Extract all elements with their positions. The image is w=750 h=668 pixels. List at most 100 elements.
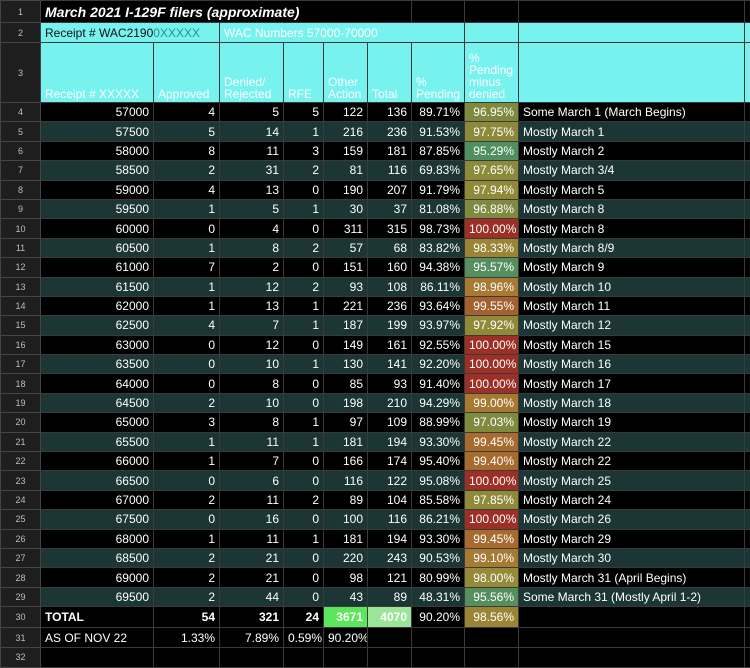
totals-pct-pending-minus-denied[interactable]: 98.56% — [465, 607, 519, 628]
receipt-cell[interactable]: 61500 — [41, 277, 154, 296]
rfe-cell[interactable]: 0 — [284, 510, 324, 529]
other-action-cell[interactable]: 122 — [324, 103, 368, 122]
pct-pending-cell[interactable]: 93.30% — [412, 432, 465, 451]
cell[interactable] — [465, 23, 519, 43]
denied-cell[interactable]: 13 — [220, 180, 284, 199]
receipt-cell[interactable]: 63000 — [41, 335, 154, 354]
cell[interactable] — [745, 219, 750, 238]
row-number[interactable]: 31 — [1, 628, 41, 648]
approved-cell[interactable]: 0 — [154, 219, 220, 238]
pct-pending-minus-denied-cell[interactable]: 97.65% — [465, 161, 519, 180]
approved-cell[interactable]: 2 — [154, 548, 220, 567]
total-cell[interactable]: 89 — [368, 587, 412, 606]
row-number[interactable]: 12 — [1, 258, 41, 277]
row-number[interactable]: 22 — [1, 452, 41, 471]
approved-cell[interactable]: 1 — [154, 238, 220, 257]
pct-pending-minus-denied-cell[interactable]: 97.85% — [465, 490, 519, 509]
row-number[interactable]: 30 — [1, 607, 41, 628]
receipt-cell[interactable]: 63500 — [41, 355, 154, 374]
approved-cell[interactable]: 2 — [154, 161, 220, 180]
cell[interactable] — [745, 548, 750, 567]
pct-pending-cell[interactable]: 88.99% — [412, 413, 465, 432]
pct-pending-minus-denied-cell[interactable]: 100.00% — [465, 510, 519, 529]
pct-pending-cell[interactable]: 86.11% — [412, 277, 465, 296]
rfe-cell[interactable]: 1 — [284, 413, 324, 432]
total-cell[interactable]: 68 — [368, 238, 412, 257]
rfe-cell[interactable]: 1 — [284, 432, 324, 451]
total-cell[interactable]: 37 — [368, 199, 412, 218]
cell[interactable] — [745, 393, 750, 412]
cell[interactable] — [745, 628, 750, 648]
cell[interactable] — [745, 413, 750, 432]
row-number[interactable]: 15 — [1, 316, 41, 335]
totals-approved[interactable]: 54 — [154, 607, 220, 628]
total-cell[interactable]: 161 — [368, 335, 412, 354]
other-action-cell[interactable]: 43 — [324, 587, 368, 606]
row-number[interactable]: 17 — [1, 355, 41, 374]
other-action-cell[interactable]: 30 — [324, 199, 368, 218]
rfe-cell[interactable]: 5 — [284, 103, 324, 122]
row-number[interactable]: 32 — [1, 648, 41, 667]
rfe-cell[interactable]: 3 — [284, 141, 324, 160]
receipt-cell[interactable]: 61000 — [41, 258, 154, 277]
other-action-cell[interactable]: 151 — [324, 258, 368, 277]
receipt-cell[interactable]: 68500 — [41, 548, 154, 567]
rfe-cell[interactable]: 2 — [284, 238, 324, 257]
rfe-cell[interactable]: 1 — [284, 296, 324, 315]
denied-cell[interactable]: 21 — [220, 568, 284, 587]
note-cell[interactable]: Mostly March 16 — [519, 355, 745, 374]
cell[interactable] — [745, 238, 750, 257]
cell[interactable] — [745, 277, 750, 296]
rfe-cell[interactable]: 0 — [284, 335, 324, 354]
cell[interactable] — [745, 199, 750, 218]
total-cell[interactable]: 243 — [368, 548, 412, 567]
rfe-cell[interactable]: 0 — [284, 587, 324, 606]
row-number[interactable]: 4 — [1, 103, 41, 122]
cell[interactable] — [745, 607, 750, 628]
other-action-cell[interactable]: 149 — [324, 335, 368, 354]
approved-cell[interactable]: 1 — [154, 199, 220, 218]
total-cell[interactable]: 315 — [368, 219, 412, 238]
as-of-label[interactable]: AS OF NOV 22 — [41, 628, 154, 648]
cell[interactable] — [745, 510, 750, 529]
approved-cell[interactable]: 1 — [154, 452, 220, 471]
rfe-cell[interactable]: 1 — [284, 355, 324, 374]
cell[interactable] — [745, 258, 750, 277]
denied-cell[interactable]: 8 — [220, 413, 284, 432]
sheet-title[interactable]: March 2021 I-129F filers (approximate) — [41, 1, 412, 23]
note-cell[interactable]: Mostly March 1 — [519, 122, 745, 141]
denied-cell[interactable]: 8 — [220, 238, 284, 257]
pct-pending-cell[interactable]: 91.79% — [412, 180, 465, 199]
receipt-cell[interactable]: 60500 — [41, 238, 154, 257]
approved-cell[interactable]: 8 — [154, 141, 220, 160]
other-action-cell[interactable]: 159 — [324, 141, 368, 160]
pct-pending-minus-denied-cell[interactable]: 99.55% — [465, 296, 519, 315]
totals-pct-pending[interactable]: 90.20% — [412, 607, 465, 628]
denied-cell[interactable]: 10 — [220, 355, 284, 374]
cell[interactable] — [745, 141, 750, 160]
total-cell[interactable]: 93 — [368, 374, 412, 393]
rfe-cell[interactable]: 0 — [284, 393, 324, 412]
denied-cell[interactable]: 21 — [220, 548, 284, 567]
pct-pending-minus-denied-cell[interactable]: 99.40% — [465, 452, 519, 471]
total-cell[interactable]: 199 — [368, 316, 412, 335]
other-action-cell[interactable]: 81 — [324, 161, 368, 180]
rfe-cell[interactable]: 1 — [284, 529, 324, 548]
total-cell[interactable]: 109 — [368, 413, 412, 432]
row-number[interactable]: 3 — [1, 43, 41, 103]
note-cell[interactable]: Mostly March 15 — [519, 335, 745, 354]
row-number[interactable]: 16 — [1, 335, 41, 354]
denied-cell[interactable]: 11 — [220, 529, 284, 548]
other-action-cell[interactable]: 89 — [324, 490, 368, 509]
receipt-cell[interactable]: 60000 — [41, 219, 154, 238]
total-cell[interactable]: 136 — [368, 103, 412, 122]
total-cell[interactable]: 116 — [368, 510, 412, 529]
row-number[interactable]: 20 — [1, 413, 41, 432]
approved-cell[interactable]: 2 — [154, 568, 220, 587]
row-number[interactable]: 11 — [1, 238, 41, 257]
approved-cell[interactable]: 5 — [154, 122, 220, 141]
pct-pending-cell[interactable]: 87.85% — [412, 141, 465, 160]
wac-numbers-cell[interactable]: WAC Numbers 57000-70000 — [220, 23, 465, 43]
row-number[interactable]: 18 — [1, 374, 41, 393]
cell[interactable] — [745, 180, 750, 199]
